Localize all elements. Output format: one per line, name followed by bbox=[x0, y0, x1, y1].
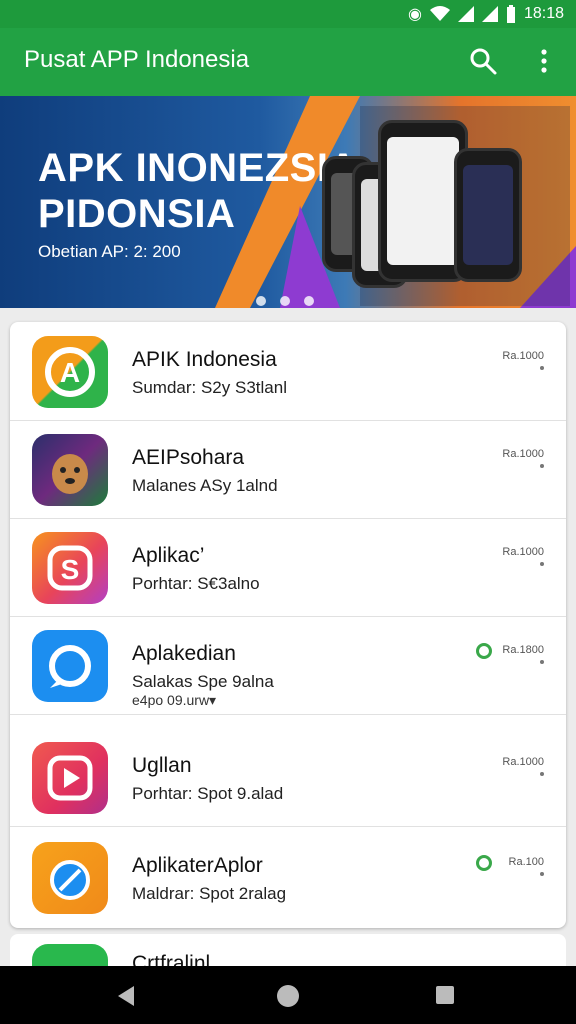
app-icon bbox=[32, 434, 108, 506]
app-name: AplikaterAplor bbox=[132, 854, 263, 877]
list-item[interactable]: AEIPsohara Malanes ASy 1alnd Ra.1000 bbox=[10, 420, 566, 519]
app-size: Ra.1000 bbox=[502, 756, 544, 768]
app-list: A APIK Indonesia Sumdar: S2y S3tlanl Ra.… bbox=[10, 322, 566, 928]
app-icon bbox=[32, 742, 108, 814]
overflow-dot-icon[interactable] bbox=[540, 660, 544, 664]
app-size: Ra.1000 bbox=[502, 448, 544, 460]
carousel-dot[interactable] bbox=[280, 296, 290, 306]
installed-indicator-icon bbox=[476, 643, 492, 659]
app-size: Ra.100 bbox=[508, 856, 544, 868]
signal-icon bbox=[481, 6, 498, 22]
battery-icon bbox=[506, 5, 515, 23]
app-meta: Malanes ASy 1alnd bbox=[132, 476, 278, 495]
home-icon[interactable] bbox=[277, 985, 299, 1007]
list-item[interactable]: A APIK Indonesia Sumdar: S2y S3tlanl Ra.… bbox=[10, 322, 566, 421]
app-size: Ra.1000 bbox=[502, 350, 544, 362]
app-name: APIK Indonesia bbox=[132, 348, 277, 371]
search-icon[interactable] bbox=[468, 46, 498, 76]
app-name: AEIPsohara bbox=[132, 446, 245, 469]
app-name: Aplakedian bbox=[132, 642, 236, 665]
page-title: Pusat APP Indonesia bbox=[24, 46, 250, 73]
app-size: Ra.1800 bbox=[502, 644, 544, 656]
status-bar: ◉ 18:18 bbox=[0, 0, 576, 28]
carousel-indicator[interactable] bbox=[256, 296, 314, 306]
more-vert-icon[interactable] bbox=[536, 46, 552, 76]
banner-subtext: Obetian AP: 2: 200 bbox=[38, 242, 181, 261]
overflow-dot-icon[interactable] bbox=[540, 872, 544, 876]
recents-icon[interactable] bbox=[436, 986, 454, 1004]
carousel-dot[interactable] bbox=[304, 296, 314, 306]
app-icon: A bbox=[32, 336, 108, 408]
phone-image bbox=[454, 148, 522, 282]
app-size: Ra.1000 bbox=[502, 546, 544, 558]
app-extra: e4po 09.urw▾ bbox=[132, 692, 217, 708]
overflow-dot-icon[interactable] bbox=[540, 772, 544, 776]
svg-text:A: A bbox=[60, 357, 80, 388]
app-meta: Maldrar: Spot 2ralag bbox=[132, 884, 287, 903]
promo-banner[interactable]: APK INONEZSIA PIDONSIA Obetian AP: 2: 20… bbox=[0, 96, 576, 308]
banner-headline-2: PIDONSIA bbox=[38, 192, 236, 236]
overflow-dot-icon[interactable] bbox=[540, 464, 544, 468]
app-icon bbox=[32, 630, 108, 702]
app-meta: Porhtar: S€3alno bbox=[132, 574, 260, 593]
back-icon[interactable] bbox=[118, 986, 134, 1006]
app-icon: S bbox=[32, 532, 108, 604]
overflow-dot-icon[interactable] bbox=[540, 562, 544, 566]
installed-indicator-icon bbox=[476, 855, 492, 871]
app-name: Aplikac’ bbox=[132, 544, 205, 567]
app-bar: Pusat APP Indonesia bbox=[0, 28, 576, 96]
list-item[interactable]: Ugllan Porhtar: Spot 9.alad Ra.1000 bbox=[10, 728, 566, 827]
list-item[interactable]: AplikaterAplor Maldrar: Spot 2ralag Ra.1… bbox=[10, 828, 566, 926]
carousel-dot[interactable] bbox=[256, 296, 266, 306]
list-item[interactable]: Aplakedian Salakas Spe 9alna e4po 09.urw… bbox=[10, 616, 566, 715]
wifi-icon bbox=[429, 6, 450, 21]
app-meta: Sumdar: S2y S3tlanl bbox=[132, 378, 287, 397]
signal-icon bbox=[457, 6, 474, 22]
navigation-bar bbox=[0, 966, 576, 1024]
app-meta: Porhtar: Spot 9.alad bbox=[132, 784, 284, 803]
banner-headline: APK INONEZSIA bbox=[38, 146, 358, 190]
app-icon bbox=[32, 842, 108, 914]
app-meta: Salakas Spe 9alna bbox=[132, 672, 274, 691]
notification-icon: ◉ bbox=[407, 6, 422, 23]
svg-text:S: S bbox=[61, 554, 80, 585]
list-item[interactable]: S Aplikac’ Porhtar: S€3alno Ra.1000 bbox=[10, 518, 566, 617]
overflow-dot-icon[interactable] bbox=[540, 366, 544, 370]
app-name: Ugllan bbox=[132, 754, 192, 777]
status-time: 18:18 bbox=[523, 5, 564, 22]
